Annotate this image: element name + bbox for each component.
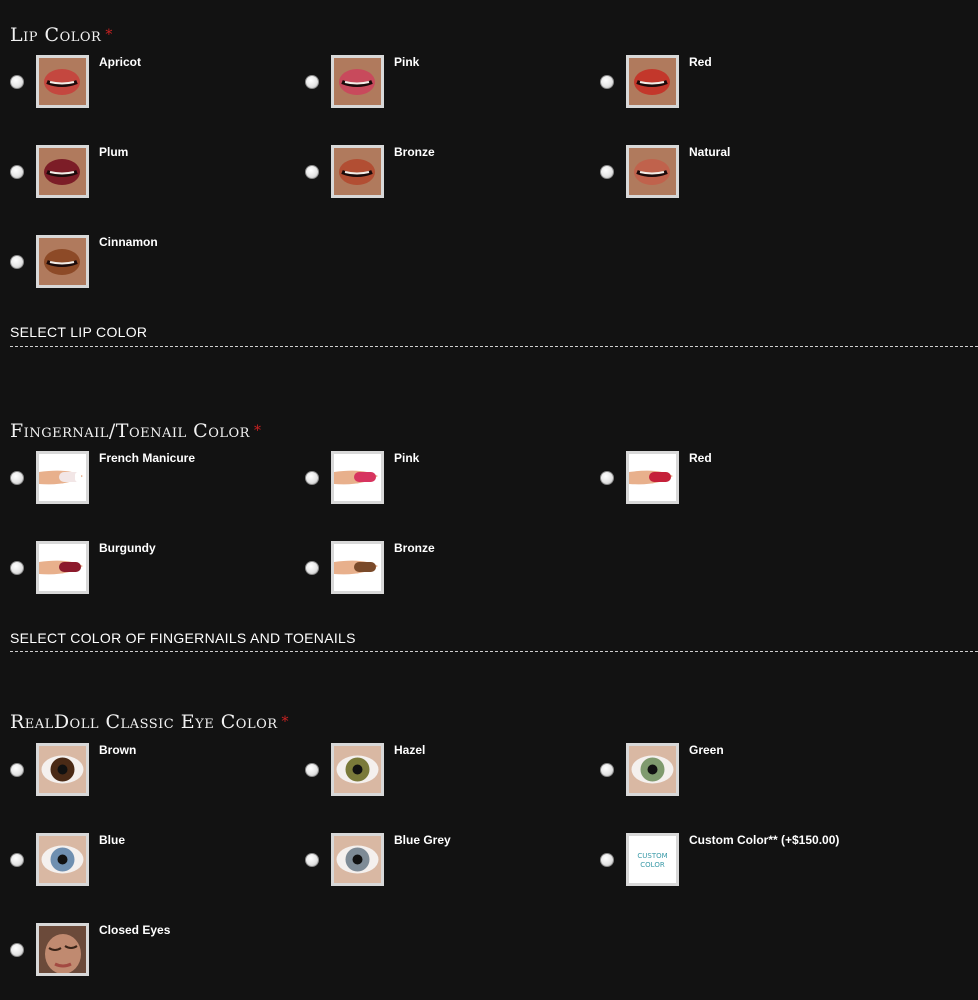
lip-pink-radio[interactable] (305, 75, 319, 89)
nail-color-hint: SELECT COLOR OF FINGERNAILS AND TOENAILS (10, 630, 356, 646)
lip-bronze-label: Bronze (394, 145, 435, 159)
nail-red-icon[interactable] (626, 451, 679, 504)
nail-burgundy-radio[interactable] (10, 561, 24, 575)
nail-french-manicure-label: French Manicure (99, 451, 196, 465)
eye-green-radio[interactable] (600, 763, 614, 777)
nail-option-burgundy[interactable]: Burgundy (10, 541, 300, 601)
nail-french-manicure-icon[interactable] (36, 451, 89, 504)
lips-bronze-icon[interactable] (331, 145, 384, 198)
nail-burgundy-label: Burgundy (99, 541, 156, 555)
lip-natural-label: Natural (689, 145, 731, 159)
lip-red-radio[interactable] (600, 75, 614, 89)
nail-french-manicure-radio[interactable] (10, 471, 24, 485)
eye-hazel-icon[interactable] (331, 743, 384, 796)
custom-color-icon[interactable]: CUSTOM COLOR (626, 833, 679, 886)
lips-plum-icon[interactable] (36, 145, 89, 198)
nail-bronze-radio[interactable] (305, 561, 319, 575)
lip-option-pink[interactable]: Pink (305, 55, 595, 115)
eye-option-custom-color[interactable]: CUSTOM COLOR Custom Color** (+$150.00) (600, 833, 890, 893)
nail-burgundy-icon[interactable] (36, 541, 89, 594)
eye-blue-radio[interactable] (10, 853, 24, 867)
eye-option-closed-eyes[interactable]: Closed Eyes (10, 923, 300, 983)
eye-color-heading: RealDoll Classic Eye Color * (10, 711, 289, 733)
closed-eyes-icon[interactable] (36, 923, 89, 976)
lips-red-icon[interactable] (626, 55, 679, 108)
lip-option-red[interactable]: Red (600, 55, 890, 115)
lip-natural-radio[interactable] (600, 165, 614, 179)
lip-plum-label: Plum (99, 145, 129, 159)
custom-color-thumb-text-2: COLOR (640, 861, 665, 869)
required-mark: * (253, 423, 262, 439)
lip-apricot-label: Apricot (99, 55, 141, 69)
lip-color-hint: SELECT LIP COLOR (10, 324, 148, 340)
lip-red-label: Red (689, 55, 712, 69)
lips-natural-icon[interactable] (626, 145, 679, 198)
lip-option-cinnamon[interactable]: Cinnamon (10, 235, 300, 295)
lip-cinnamon-label: Cinnamon (99, 235, 158, 249)
lips-pink-icon[interactable] (331, 55, 384, 108)
eye-brown-label: Brown (99, 743, 137, 757)
nail-pink-icon[interactable] (331, 451, 384, 504)
nail-pink-label: Pink (394, 451, 420, 465)
nail-option-french-manicure[interactable]: French Manicure (10, 451, 300, 511)
eye-brown-radio[interactable] (10, 763, 24, 777)
lips-cinnamon-icon[interactable] (36, 235, 89, 288)
divider (10, 346, 978, 347)
eye-brown-icon[interactable] (36, 743, 89, 796)
eye-custom-color-label: Custom Color** (+$150.00) (689, 833, 840, 847)
lip-color-title: Lip Color (10, 24, 102, 46)
nail-option-pink[interactable]: Pink (305, 451, 595, 511)
eye-blue-grey-radio[interactable] (305, 853, 319, 867)
eye-hazel-radio[interactable] (305, 763, 319, 777)
eye-color-title: RealDoll Classic Eye Color (10, 711, 278, 733)
eye-option-blue-grey[interactable]: Blue Grey (305, 833, 595, 893)
nail-bronze-icon[interactable] (331, 541, 384, 594)
eye-option-hazel[interactable]: Hazel (305, 743, 595, 803)
lip-cinnamon-radio[interactable] (10, 255, 24, 269)
lip-pink-label: Pink (394, 55, 420, 69)
eye-blue-grey-label: Blue Grey (394, 833, 451, 847)
lip-option-natural[interactable]: Natural (600, 145, 890, 205)
lip-option-apricot[interactable]: Apricot (10, 55, 300, 115)
options-page: Lip Color * Apricot Pink Red Plum Bronze… (0, 0, 978, 1000)
eye-green-label: Green (689, 743, 724, 757)
lip-bronze-radio[interactable] (305, 165, 319, 179)
nail-option-bronze[interactable]: Bronze (305, 541, 595, 601)
eye-option-blue[interactable]: Blue (10, 833, 300, 893)
eye-closed-eyes-label: Closed Eyes (99, 923, 171, 937)
required-mark: * (105, 27, 113, 43)
eye-blue-grey-icon[interactable] (331, 833, 384, 886)
lip-color-heading: Lip Color * (10, 24, 113, 46)
lip-plum-radio[interactable] (10, 165, 24, 179)
eye-custom-color-radio[interactable] (600, 853, 614, 867)
divider (10, 651, 978, 652)
eye-blue-label: Blue (99, 833, 126, 847)
lip-apricot-radio[interactable] (10, 75, 24, 89)
required-mark: * (281, 714, 290, 730)
custom-color-thumb-text: CUSTOM (637, 852, 667, 860)
lip-option-plum[interactable]: Plum (10, 145, 300, 205)
eye-hazel-label: Hazel (394, 743, 426, 757)
nail-color-heading: Fingernail/Toenail Color * (10, 420, 261, 442)
nail-red-label: Red (689, 451, 712, 465)
eye-option-brown[interactable]: Brown (10, 743, 300, 803)
eye-option-green[interactable]: Green (600, 743, 890, 803)
nail-color-title: Fingernail/Toenail Color (10, 420, 250, 442)
nail-red-radio[interactable] (600, 471, 614, 485)
nail-bronze-label: Bronze (394, 541, 435, 555)
eye-green-icon[interactable] (626, 743, 679, 796)
eye-closed-eyes-radio[interactable] (10, 943, 24, 957)
lip-option-bronze[interactable]: Bronze (305, 145, 595, 205)
nail-pink-radio[interactable] (305, 471, 319, 485)
eye-blue-icon[interactable] (36, 833, 89, 886)
lips-apricot-icon[interactable] (36, 55, 89, 108)
nail-option-red[interactable]: Red (600, 451, 890, 511)
